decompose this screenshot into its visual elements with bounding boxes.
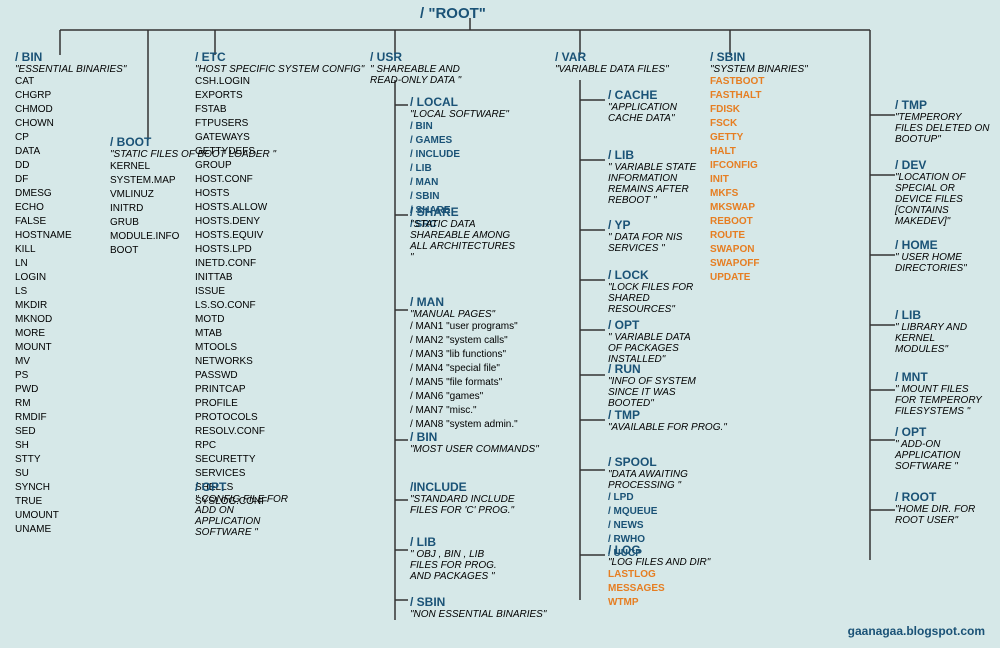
right-mnt-node: / MNT " MOUNT FILES FOR TEMPERORY FILESY…: [895, 370, 990, 417]
page-container: / "ROOT" / BIN "ESSENTIAL BINARIES" CAT …: [0, 0, 1000, 648]
var-node: / VAR "VARIABLE DATA FILES": [555, 50, 669, 75]
right-opt-node: / OPT " ADD-ON APPLICATION SOFTWARE ": [895, 425, 990, 472]
var-log-list: LASTLOG MESSAGES WTMP: [608, 568, 710, 610]
var-lock-node: / LOCK "LOCK FILES FOR SHARED RESOURCES": [608, 268, 708, 315]
right-tmp-node: / TMP "TEMPERORY FILES DELETED ON BOOTUP…: [895, 98, 990, 145]
var-run-node: / RUN "INFO OF SYSTEM SINCE IT WAS BOOTE…: [608, 362, 708, 409]
sbin-node: / SBIN "SYSTEM BINARIES" FASTBOOT FASTHA…: [710, 50, 808, 285]
right-dev-node: / DEV "LOCATION OF SPECIAL OR DEVICE FIL…: [895, 158, 990, 227]
usr-man-node: / MAN "MANUAL PAGES" / MAN1 "user progra…: [410, 295, 518, 432]
var-log-node: / LOG "LOG FILES AND DIR" LASTLOG MESSAG…: [608, 543, 710, 610]
etc-node: / ETC "HOST SPECIFIC SYSTEM CONFIG" CSH.…: [195, 50, 364, 509]
etc-opt-node: / OPT " CONFIG FILE FOR ADD ON APPLICATI…: [195, 480, 295, 538]
usr-bin-node: / BIN "MOST USER COMMANDS": [410, 430, 539, 455]
watermark: gaanagaa.blogspot.com: [848, 624, 985, 638]
right-lib-node: / LIB " LIBRARY AND KERNEL MODULES": [895, 308, 990, 355]
bin-node: / BIN "ESSENTIAL BINARIES" CAT CHGRP CHM…: [15, 50, 126, 537]
right-root-node: / ROOT "HOME DIR. FOR ROOT USER": [895, 490, 990, 526]
var-tmp-node: / TMP "AVAILABLE FOR PROG.": [608, 408, 727, 433]
usr-lib-node: / LIB " OBJ , BIN , LIB FILES FOR PROG. …: [410, 535, 510, 582]
right-home-node: / HOME " USER HOME DIRECTORIES": [895, 238, 990, 274]
sbin-list: FASTBOOT FASTHALT FDISK FSCK GETTY HALT …: [710, 75, 808, 285]
root-title: / "ROOT": [420, 5, 486, 22]
var-lib-node: / LIB " VARIABLE STATE INFORMATION REMAI…: [608, 148, 698, 206]
usr-node: / USR " SHAREABLE AND READ-ONLY DATA ": [370, 50, 480, 86]
var-yp-node: / YP " DATA FOR NIS SERVICES ": [608, 218, 698, 254]
usr-man-list: / MAN1 "user programs" / MAN2 "system ca…: [410, 320, 518, 432]
var-opt-node: / OPT " VARIABLE DATA OF PACKAGES INSTAL…: [608, 318, 698, 365]
usr-sbin-node: / SBIN "NON ESSENTIAL BINARIES": [410, 595, 546, 620]
usr-include-node: /INCLUDE "STANDARD INCLUDE FILES FOR 'C'…: [410, 480, 520, 516]
usr-share-node: / SHARE "STATIC DATA SHAREABLE AMONG ALL…: [410, 205, 520, 263]
etc-list: CSH.LOGIN EXPORTS FSTAB FTPUSERS GATEWAY…: [195, 75, 364, 509]
var-cache-node: / CACHE "APPLICATION CACHE DATA": [608, 88, 698, 124]
